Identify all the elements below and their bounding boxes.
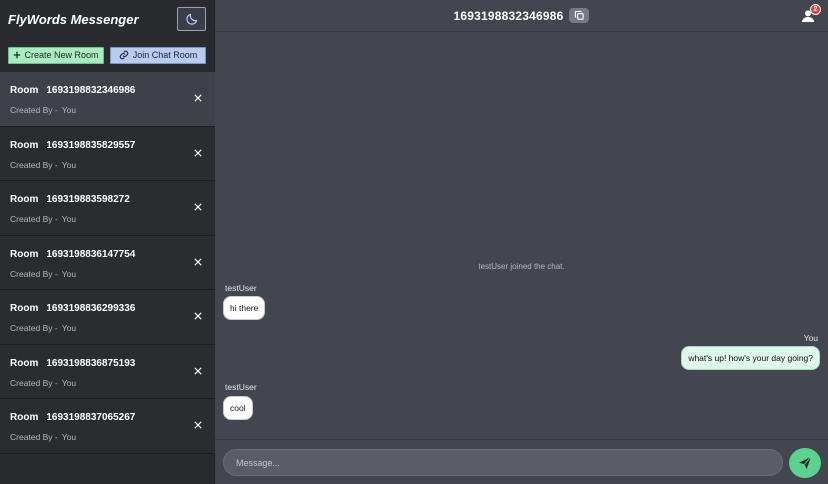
notification-badge: 2 [810, 4, 821, 15]
created-by-label: Created By - [10, 214, 58, 224]
participants-button[interactable]: 2 [800, 4, 821, 24]
app-title: FlyWords Messenger [8, 11, 139, 27]
created-by-label: Created By - [10, 432, 58, 442]
room-name: Room 1693198836147754 [10, 249, 205, 260]
created-by-label: Created By - [10, 105, 58, 115]
room-id: 1693198836875193 [46, 357, 136, 369]
message-composer [215, 439, 828, 484]
copy-room-id-button[interactable] [569, 8, 590, 23]
close-room-button[interactable] [192, 365, 204, 377]
room-id: 1693198836147754 [46, 248, 136, 260]
sidebar-header: FlyWords Messenger [0, 0, 214, 38]
room-creator: Created By - You [10, 269, 205, 279]
room-label: Room [10, 412, 39, 423]
close-icon [194, 94, 202, 102]
message-sender: You [803, 333, 818, 343]
message-sender: testUser [225, 382, 257, 392]
creator-name: You [61, 268, 77, 279]
close-room-button[interactable] [192, 310, 204, 322]
sidebar-actions: Create New Room Join Chat Room [0, 38, 214, 72]
message-sender: testUser [225, 283, 257, 293]
room-title: 1693198832346986 [453, 8, 564, 23]
room-item[interactable]: Room 1693198832346986 Created By - You [0, 72, 215, 127]
room-name: Room 1693198837065267 [10, 412, 205, 423]
close-icon [194, 421, 202, 429]
message-bubble: what's up! how's your day going? [681, 346, 820, 370]
room-creator: Created By - You [10, 105, 205, 115]
send-icon [799, 456, 812, 469]
create-room-label: Create New Room [24, 50, 99, 60]
creator-name: You [61, 432, 77, 442]
room-name: Room 169319883598272 [10, 194, 205, 205]
room-creator: Created By - You [10, 432, 205, 442]
room-item[interactable]: Room 1693198837065267 Created By - You [0, 399, 215, 454]
room-id: 1693198837065267 [46, 412, 136, 423]
room-item[interactable]: Room 1693198836875193 Created By - You [0, 344, 215, 399]
close-room-button[interactable] [192, 256, 204, 268]
room-item[interactable]: Room 1693198835829557 Created By - You [0, 126, 215, 181]
sidebar: FlyWords Messenger Create New Room Join … [0, 0, 215, 484]
room-label: Room [10, 194, 39, 205]
room-creator: Created By - You [10, 160, 205, 170]
room-name: Room 1693198836875193 [10, 358, 205, 369]
create-room-button[interactable]: Create New Room [8, 46, 104, 64]
room-label: Room [10, 248, 39, 260]
room-label: Room [10, 357, 39, 369]
close-icon [194, 203, 202, 211]
moon-icon [185, 13, 197, 25]
room-list: Room 1693198832346986 Created By - You R… [0, 72, 215, 454]
close-room-button[interactable] [192, 201, 204, 213]
close-icon [194, 257, 202, 266]
room-label: Room [10, 303, 39, 314]
created-by-label: Created By - [10, 323, 58, 333]
creator-name: You [61, 214, 77, 224]
theme-toggle-button[interactable] [177, 7, 206, 31]
room-item[interactable]: Room 1693198836147754 Created By - You [0, 235, 215, 290]
join-room-button[interactable]: Join Chat Room [110, 46, 206, 64]
creator-name: You [61, 377, 77, 388]
room-creator: Created By - You [10, 323, 205, 333]
room-item[interactable]: Room 1693198836299336 Created By - You [0, 290, 215, 345]
room-id: 1693198836299336 [46, 303, 136, 314]
link-icon [119, 50, 129, 60]
system-message: testUser joined the chat. [478, 262, 565, 271]
creator-name: You [61, 323, 77, 333]
room-creator: Created By - You [10, 378, 205, 388]
created-by-label: Created By - [10, 159, 58, 170]
room-id: 169319883598272 [46, 194, 130, 205]
room-item[interactable]: Room 169319883598272 Created By - You [0, 181, 215, 236]
close-icon [194, 366, 202, 375]
room-name: Room 1693198835829557 [10, 140, 205, 151]
room-label: Room [10, 85, 39, 96]
created-by-label: Created By - [10, 377, 58, 388]
join-room-label: Join Chat Room [132, 50, 198, 60]
close-room-button[interactable] [192, 147, 204, 159]
room-label: Room [10, 139, 39, 151]
message-input[interactable] [223, 449, 783, 476]
creator-name: You [61, 105, 77, 115]
created-by-label: Created By - [10, 268, 58, 279]
room-id: 1693198835829557 [46, 139, 136, 151]
creator-name: You [61, 159, 77, 170]
chat-header: 1693198832346986 2 [215, 0, 828, 32]
room-name: Room 1693198832346986 [10, 85, 205, 96]
copy-icon [574, 10, 584, 20]
plus-icon [14, 51, 21, 59]
message-bubble: cool [223, 396, 253, 420]
room-creator: Created By - You [10, 214, 205, 224]
chat-panel: 1693198832346986 2 testUser joined the c… [215, 0, 828, 484]
message-bubble: hi there [223, 296, 266, 320]
close-room-button[interactable] [192, 92, 204, 104]
room-id: 1693198832346986 [46, 85, 136, 96]
close-room-button[interactable] [192, 419, 204, 431]
room-name: Room 1693198836299336 [10, 303, 205, 314]
close-icon [194, 148, 202, 157]
send-button[interactable] [789, 448, 821, 478]
close-icon [194, 312, 202, 320]
